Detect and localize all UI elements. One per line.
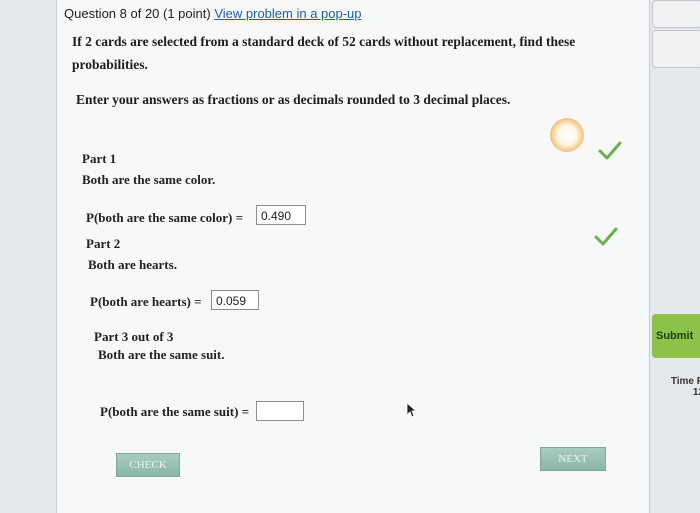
part3-answer-field[interactable] <box>256 401 304 421</box>
time-remaining-label: Time R <box>670 376 700 387</box>
part3-description: Both are the same suit. <box>98 347 225 362</box>
part1-equation-label: P(both are the same color) = <box>86 210 243 225</box>
mouse-cursor-icon <box>406 402 418 418</box>
part1-description: Both are the same color. <box>82 172 216 187</box>
submit-button[interactable]: Submit <box>652 314 700 358</box>
part1-correct-check-icon <box>598 141 622 160</box>
problem-prompt: If 2 cards are selected from a standard … <box>72 34 576 72</box>
part1-title: Part 1 <box>82 151 117 166</box>
problem-instructions: Enter your answers as fractions or as de… <box>76 92 511 107</box>
question-number: Question 8 of 20 (1 point) <box>64 6 211 21</box>
next-button[interactable]: NEXT <box>540 447 606 471</box>
side-panel-top[interactable] <box>652 0 700 28</box>
question-header: Question 8 of 20 (1 point) View problem … <box>64 6 362 21</box>
side-panel-box[interactable] <box>652 30 700 68</box>
part2-answer-field[interactable]: 0.059 <box>211 290 259 310</box>
popup-link[interactable]: View problem in a pop-up <box>214 6 361 21</box>
part3-title: Part 3 out of 3 <box>94 329 174 344</box>
part2-correct-check-icon <box>594 227 618 246</box>
time-remaining-value: 12 <box>692 387 700 398</box>
part2-description: Both are hearts. <box>88 257 177 272</box>
check-answer-button[interactable]: CHECK <box>116 453 180 477</box>
part1-answer-field[interactable]: 0.490 <box>256 205 306 225</box>
part2-equation-label: P(both are hearts) = <box>90 294 202 309</box>
part2-title: Part 2 <box>86 236 121 251</box>
part3-equation-label: P(both are the same suit) = <box>100 404 250 419</box>
time-remaining: Time R 12 <box>654 376 700 398</box>
light-glare <box>550 118 584 152</box>
